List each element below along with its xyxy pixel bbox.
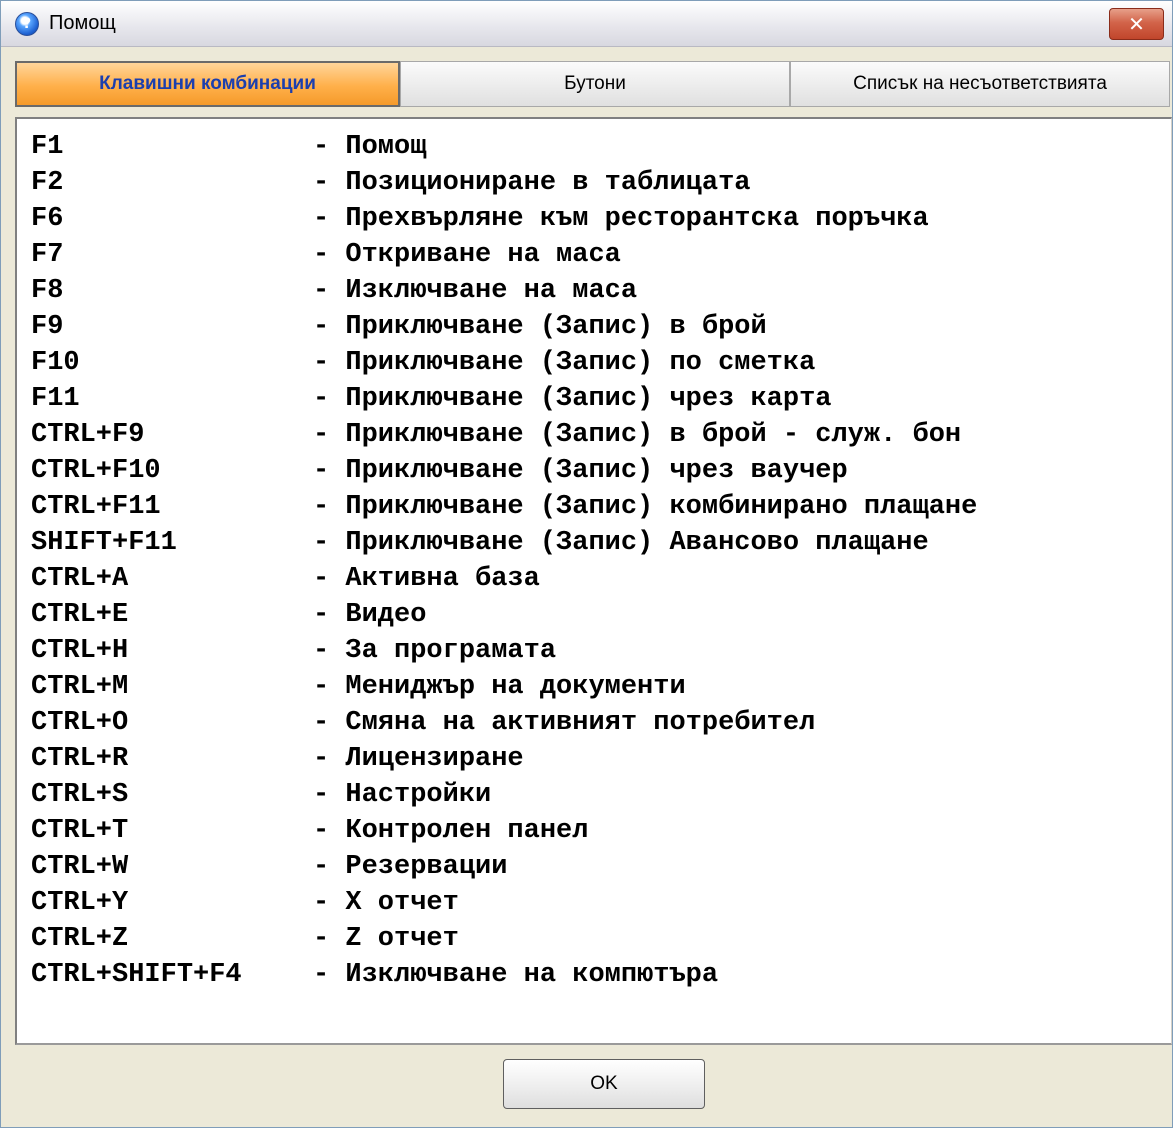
shortcut-key: CTRL+F10: [31, 456, 161, 486]
shortcut-key: CTRL+Y: [31, 888, 129, 918]
close-icon: ✕: [1128, 12, 1145, 36]
shortcut-key: F10: [31, 348, 80, 378]
list-item: CTRL+F11 - Приключване (Запис) комбиниран…: [31, 489, 1171, 525]
shortcut-description: - Прехвърляне към ресторантска поръчка: [313, 204, 929, 234]
tab-bar: Клавишни комбинации Бутони Списък на нес…: [13, 61, 1170, 107]
shortcut-key: CTRL+SHIFT+F4: [31, 960, 242, 990]
shortcut-description: - Резервации: [313, 852, 508, 882]
list-item: CTRL+F9 - Приключване (Запис) в брой - сл…: [31, 417, 1171, 453]
list-item: CTRL+W - Резервации: [31, 849, 1171, 885]
shortcut-description: - Смяна на активният потребител: [313, 708, 816, 738]
list-item: CTRL+F10 - Приключване (Запис) чрез вауче…: [31, 453, 1171, 489]
shortcut-key: CTRL+F11: [31, 492, 161, 522]
shortcut-description: - За програмата: [313, 636, 557, 666]
shortcut-key: CTRL+T: [31, 816, 129, 846]
list-item: CTRL+R - Лицензиране: [31, 741, 1171, 777]
title-bar[interactable]: ? Помощ ✕: [1, 1, 1172, 47]
shortcut-key: CTRL+R: [31, 744, 129, 774]
ok-button[interactable]: OK: [503, 1059, 705, 1109]
list-item: CTRL+SHIFT+F4 - Изключване на компютъра: [31, 957, 1171, 993]
list-item: F7 - Откриване на маса: [31, 237, 1171, 273]
list-item: F9 - Приключване (Запис) в брой: [31, 309, 1171, 345]
shortcut-description: - Приключване (Запис) в брой: [313, 312, 767, 342]
shortcuts-text-area[interactable]: F1- Помощ F2- Позициониране в таблицата F6…: [15, 117, 1172, 1045]
shortcut-key: CTRL+Z: [31, 924, 129, 954]
list-item: SHIFT+F11 - Приключване (Запис) Авансово …: [31, 525, 1171, 561]
shortcut-description: - Приключване (Запис) чрез ваучер: [313, 456, 848, 486]
shortcut-key: F8: [31, 276, 64, 306]
shortcut-description: - Активна база: [313, 564, 540, 594]
shortcut-key: CTRL+W: [31, 852, 129, 882]
list-item: CTRL+O - Смяна на активният потребител: [31, 705, 1171, 741]
shortcut-key: SHIFT+F11: [31, 528, 177, 558]
tab-key-combinations[interactable]: Клавишни комбинации: [15, 61, 400, 107]
list-item: F2 - Позициониране в таблицата: [31, 165, 1171, 201]
shortcut-description: - Изключване на маса: [313, 276, 638, 306]
shortcut-description: - Настройки: [313, 780, 492, 810]
list-item: CTRL+Y - X отчет: [31, 885, 1171, 921]
shortcut-description: - X отчет: [313, 888, 459, 918]
list-item: F11 - Приключване (Запис) чрез карта: [31, 381, 1171, 417]
list-item: F1 - Помощ: [31, 129, 1171, 165]
list-item: CTRL+S - Настройки: [31, 777, 1171, 813]
shortcut-description: - Изключване на компютъра: [313, 960, 719, 990]
shortcut-key: CTRL+A: [31, 564, 129, 594]
list-item: F6 - Прехвърляне към ресторантска поръчка: [31, 201, 1171, 237]
shortcut-description: - Контролен панел: [313, 816, 589, 846]
tab-discrepancy-list[interactable]: Списък на несъответствията: [790, 61, 1170, 107]
shortcut-key: F6: [31, 204, 64, 234]
close-button[interactable]: ✕: [1109, 8, 1164, 40]
shortcut-key: CTRL+M: [31, 672, 129, 702]
list-item: F10 - Приключване (Запис) по сметка: [31, 345, 1171, 381]
shortcut-key: CTRL+E: [31, 600, 129, 630]
shortcut-key: F7: [31, 240, 64, 270]
shortcut-description: - Приключване (Запис) комбинирано плащан…: [313, 492, 978, 522]
window-title: Помощ: [49, 12, 116, 34]
shortcut-key: CTRL+S: [31, 780, 129, 810]
list-item: CTRL+E - Видео: [31, 597, 1171, 633]
shortcut-key: CTRL+O: [31, 708, 129, 738]
shortcut-key: F1: [31, 132, 64, 162]
shortcut-description: - Приключване (Запис) по сметка: [313, 348, 816, 378]
shortcut-description: - Откриване на маса: [313, 240, 621, 270]
shortcut-key: CTRL+F9: [31, 420, 145, 450]
help-dialog: ? Помощ ✕ Клавишни комбинации Бутони Спи…: [0, 0, 1173, 1128]
shortcut-description: - Z отчет: [313, 924, 459, 954]
shortcut-key: F9: [31, 312, 64, 342]
shortcuts-list: F1- Помощ F2- Позициониране в таблицата F6…: [17, 119, 1171, 993]
list-item: CTRL+Z - Z отчет: [31, 921, 1171, 957]
shortcut-description: - Мениджър на документи: [313, 672, 686, 702]
shortcut-description: - Приключване (Запис) чрез карта: [313, 384, 832, 414]
list-item: CTRL+T - Контролен панел: [31, 813, 1171, 849]
list-item: F8 - Изключване на маса: [31, 273, 1171, 309]
shortcut-key: F11: [31, 384, 80, 414]
list-item: CTRL+H - За програмата: [31, 633, 1171, 669]
help-icon: ?: [15, 12, 39, 36]
shortcut-description: - Помощ: [313, 132, 427, 162]
tab-buttons[interactable]: Бутони: [400, 61, 790, 107]
list-item: CTRL+M - Мениджър на документи: [31, 669, 1171, 705]
shortcut-description: - Приключване (Запис) в брой - служ. бон: [313, 420, 962, 450]
shortcut-description: - Позициониране в таблицата: [313, 168, 751, 198]
shortcut-key: CTRL+H: [31, 636, 129, 666]
shortcut-key: F2: [31, 168, 64, 198]
list-item: CTRL+A - Активна база: [31, 561, 1171, 597]
shortcut-description: - Лицензиране: [313, 744, 524, 774]
shortcut-description: - Приключване (Запис) Авансово плащане: [313, 528, 929, 558]
shortcut-description: - Видео: [313, 600, 427, 630]
